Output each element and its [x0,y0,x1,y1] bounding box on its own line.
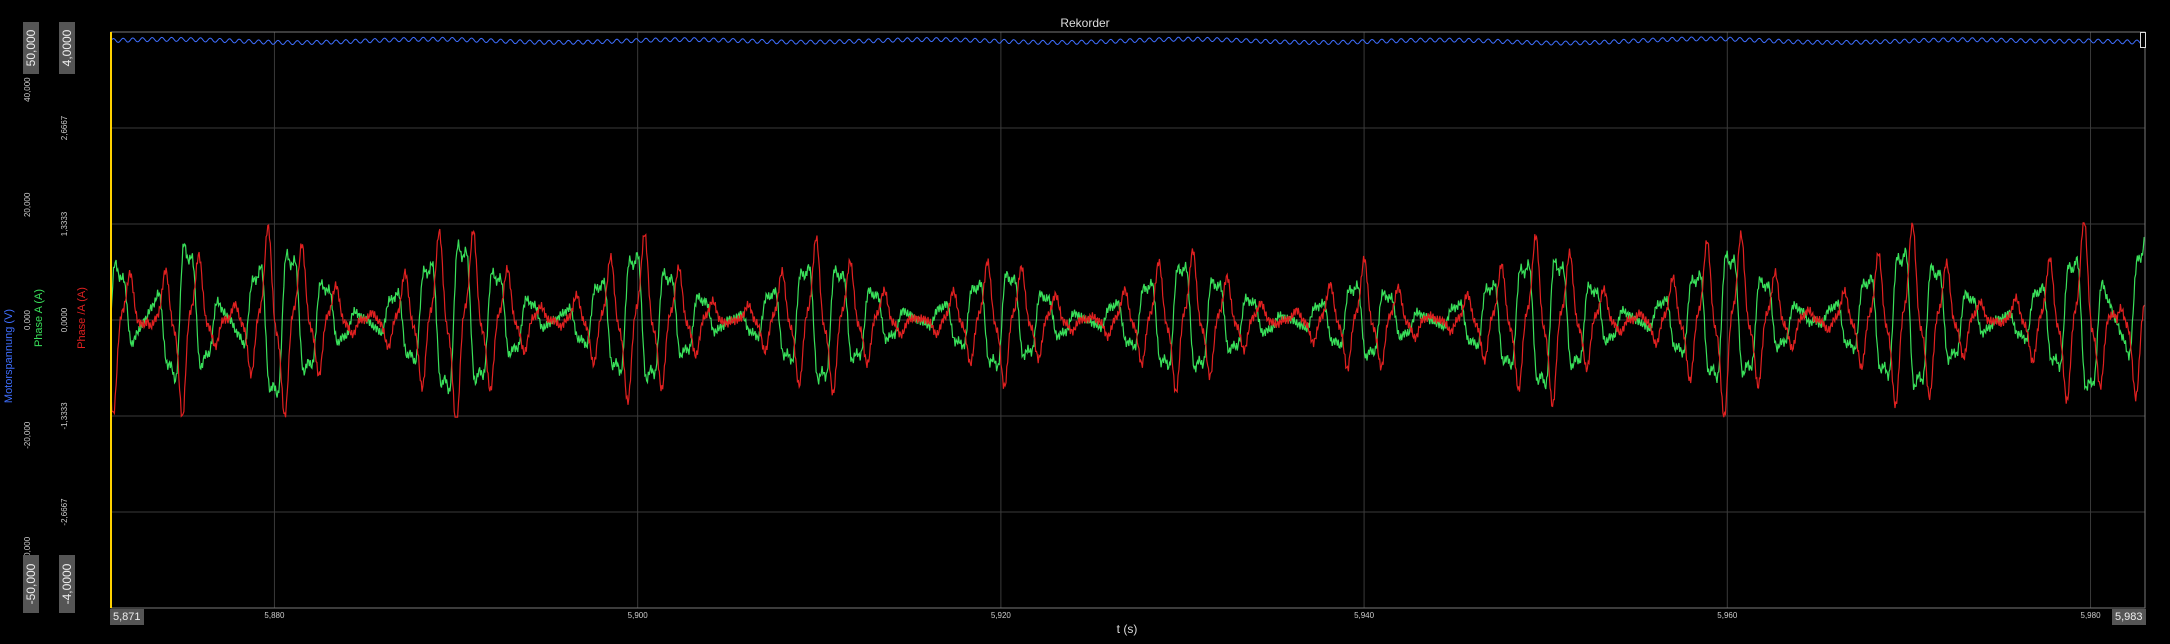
y-tick-label-phase-a: -1,3333 [60,402,69,430]
y-range-min-motorspannung[interactable]: -50,000 [23,555,39,613]
y-axis-label-phase-inv-a: Phase /A (A) [76,287,88,349]
scroll-handle[interactable] [2140,32,2146,48]
grid [111,32,2145,608]
series-line-phase-a [110,236,2146,398]
y-range-max-phase-a[interactable]: 4,0000 [59,22,75,74]
x-tick-labels: 5,880 5,900 5,920 5,940 5,960 5,980 [264,611,2101,620]
series-line-motorspannung [110,36,2146,46]
y-axis-label-motorspannung: Motorspannung (V) [3,308,15,404]
x-tick-label: 5,940 [1354,611,1375,620]
x-tick-label: 5,900 [628,611,649,620]
x-tick-label: 5,880 [264,611,285,620]
y-tick-label-motorspannung: 20,000 [23,192,32,217]
y-tick-label-phase-a: 1,3333 [60,211,69,236]
x-tick-label: 5,960 [1717,611,1738,620]
y-axis-label-phase-a: Phase A (A) [33,288,45,348]
y-tick-labels: 2,6667 1,3333 0,0000 -1,3333 -2,6667 40,000 20… [23,77,69,564]
y-tick-label-motorspannung: -20,000 [23,421,32,449]
y-tick-label-motorspannung: 40,000 [23,77,32,102]
y-tick-label-phase-a: 2,6667 [60,115,69,140]
chart-svg: 5,880 5,900 5,920 5,940 5,960 5,980 2,6667 1,3… [23,31,2146,620]
y-range-max-motorspannung[interactable]: 50,000 [23,22,39,74]
x-axis-label: t (s) [1116,622,1138,636]
y-range-min-phase-a[interactable]: -4,0000 [59,555,75,613]
series-group [110,36,2146,418]
y-tick-label-phase-a: 0,0000 [60,307,69,332]
chart-title: Rekorder [1060,16,1110,30]
x-tick-label: 5,980 [2081,611,2102,620]
x-tick-label: 5,920 [991,611,1012,620]
y-tick-label-phase-a: -2,6667 [60,498,69,526]
y-tick-label-motorspannung: 0,000 [23,309,32,330]
